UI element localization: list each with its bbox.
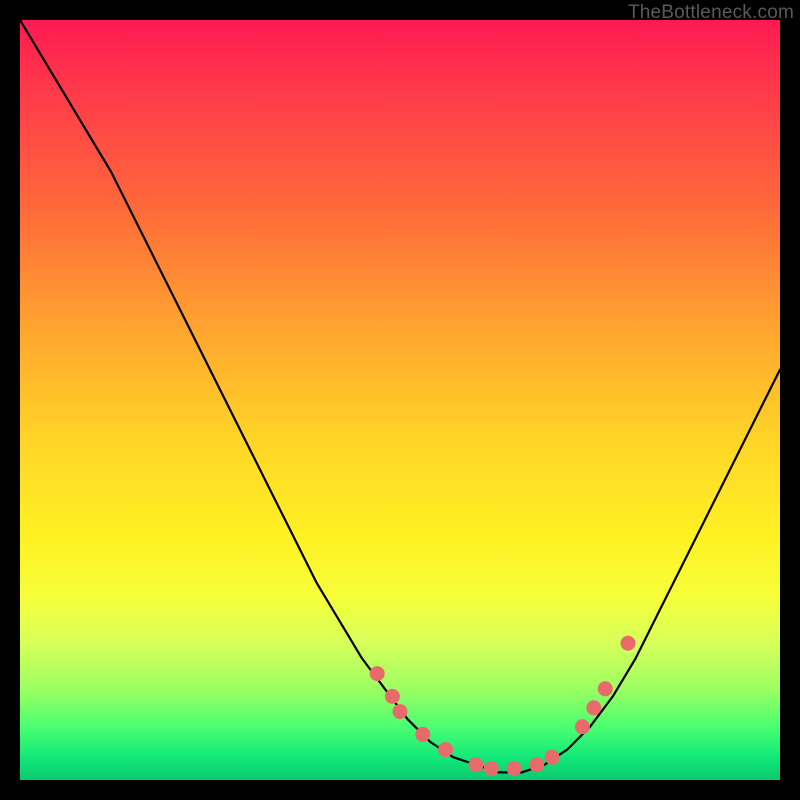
data-dot	[507, 761, 522, 776]
data-dot	[621, 636, 636, 651]
data-dot	[575, 719, 590, 734]
data-dot	[385, 689, 400, 704]
data-dot	[598, 681, 613, 696]
data-dot	[438, 742, 453, 757]
data-dot	[469, 757, 484, 772]
chart-frame: TheBottleneck.com	[0, 0, 800, 800]
data-dot	[370, 666, 385, 681]
data-dots	[370, 636, 636, 776]
data-dot	[545, 750, 560, 765]
data-dot	[586, 700, 601, 715]
data-dot	[529, 757, 544, 772]
data-dot	[415, 727, 430, 742]
bottleneck-curve	[20, 20, 780, 772]
data-dot	[484, 761, 499, 776]
data-dot	[393, 704, 408, 719]
chart-overlay	[20, 20, 780, 780]
plot-area	[20, 20, 780, 780]
attribution-text: TheBottleneck.com	[628, 2, 794, 24]
